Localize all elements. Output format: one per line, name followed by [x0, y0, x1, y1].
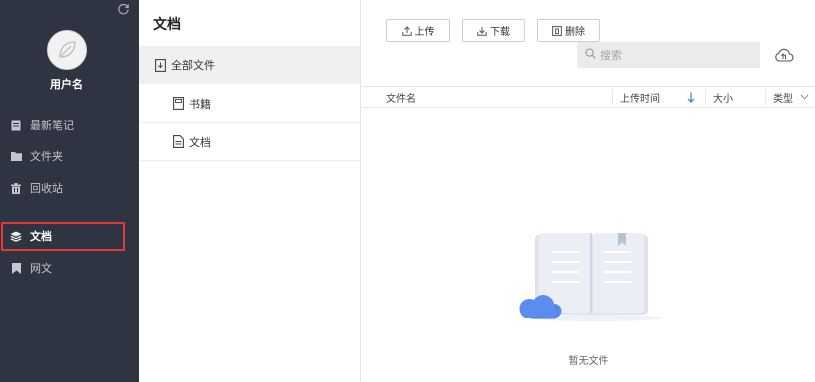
empty-state-illustration [519, 233, 661, 321]
refresh-icon[interactable] [115, 2, 131, 18]
category-documents[interactable]: 文档 [139, 123, 360, 161]
delete-label: 删除 [565, 27, 585, 38]
upload-label: 上传 [414, 27, 435, 38]
avatar[interactable] [47, 30, 87, 70]
sidebar-item-web-articles[interactable]: 网文 [0, 257, 139, 279]
trash-icon [10, 182, 22, 194]
sidebar-item-label: 回收站 [30, 182, 63, 195]
bookmark-icon [10, 262, 22, 274]
cloud-upload-button[interactable] [772, 44, 796, 66]
sidebar: 用户名 最新笔记 文件夹 回收站 文档 网文 [0, 0, 139, 382]
cloud-upload-icon [775, 48, 794, 62]
category-all-files[interactable]: 全部文件 [139, 46, 360, 84]
book-icon [172, 97, 184, 110]
column-size[interactable]: 大小 [713, 87, 733, 107]
column-divider [765, 89, 766, 105]
column-type[interactable]: 类型 [773, 87, 793, 107]
sort-desc-icon[interactable] [687, 87, 695, 107]
column-divider [705, 89, 706, 105]
sidebar-item-label: 网文 [30, 262, 52, 275]
upload-button[interactable]: 上传 [386, 19, 450, 42]
panel-title: 文档 [153, 17, 181, 33]
sidebar-item-trash[interactable]: 回收站 [0, 177, 139, 199]
search-icon [585, 48, 596, 62]
empty-state-text: 暂无文件 [568, 356, 609, 367]
sidebar-item-folder[interactable]: 文件夹 [0, 145, 139, 167]
file-panel: 上传 下载 删除 文件名 上传时间 大小 类型 [362, 0, 815, 382]
table-header: 文件名 上传时间 大小 类型 [362, 86, 815, 108]
sidebar-item-label: 文件夹 [30, 150, 63, 163]
column-upload-time[interactable]: 上传时间 [620, 87, 660, 107]
active-highlight [1, 222, 125, 251]
username: 用户名 [50, 78, 83, 91]
column-filename[interactable]: 文件名 [386, 87, 416, 107]
category-label: 书籍 [189, 97, 211, 111]
search-input[interactable] [600, 48, 750, 62]
chevron-down-icon[interactable] [800, 87, 809, 107]
category-panel: 文档 全部文件 书籍 文档 [139, 0, 361, 382]
note-icon [10, 119, 22, 131]
leaf-icon [59, 41, 76, 58]
upload-icon [401, 25, 412, 36]
download-icon [477, 26, 487, 36]
delete-button[interactable]: 删除 [537, 19, 600, 42]
file-icon [154, 58, 166, 72]
sidebar-item-latest-notes[interactable]: 最新笔记 [0, 114, 139, 136]
category-label: 全部文件 [171, 59, 215, 72]
sidebar-item-label: 最新笔记 [30, 119, 74, 132]
folder-icon [10, 150, 22, 162]
document-icon [172, 135, 184, 148]
download-label: 下载 [490, 27, 510, 38]
category-books[interactable]: 书籍 [139, 85, 360, 123]
download-button[interactable]: 下载 [462, 19, 525, 42]
category-label: 文档 [189, 135, 211, 149]
search-box [577, 42, 760, 68]
column-divider [612, 89, 613, 105]
delete-icon [552, 25, 562, 36]
